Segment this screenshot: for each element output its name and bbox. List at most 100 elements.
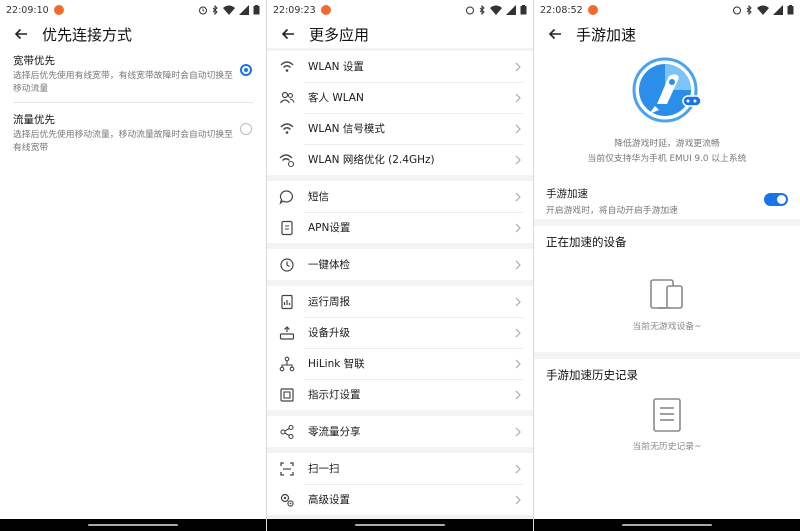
list-item-wifi-signal[interactable]: WLAN 信号模式 xyxy=(267,113,533,144)
list-item-label: APN设置 xyxy=(308,222,351,234)
settings-group: 一键体检 xyxy=(267,249,533,280)
settings-group: WLAN 设置 客人 WLAN WLAN 信号模式 WLAN 网络优化 (2.4GHz… xyxy=(267,51,533,175)
share-icon xyxy=(279,424,295,440)
wifi-signal-icon xyxy=(279,121,295,137)
chevron-right-icon xyxy=(515,459,521,478)
bluetooth-icon xyxy=(479,5,485,15)
back-button[interactable] xyxy=(277,23,299,45)
empty-caption: 当前无游戏设备~ xyxy=(632,322,702,332)
chevron-right-icon xyxy=(515,323,521,342)
list-item-wifi-optimize[interactable]: WLAN 网络优化 (2.4GHz) xyxy=(267,144,533,175)
back-arrow-icon xyxy=(281,28,294,40)
list-item-report[interactable]: 运行周报 xyxy=(267,286,533,317)
toggle-description: 开启游戏时，将自动开启手游加速 xyxy=(546,206,678,216)
list-item-label: HiLink 智联 xyxy=(308,358,365,370)
battery-icon xyxy=(520,5,527,15)
bluetooth-icon xyxy=(746,5,752,15)
section-gap xyxy=(534,352,800,359)
chevron-right-icon xyxy=(515,57,521,76)
game-acceleration-toggle-row[interactable]: 手游加速 开启游戏时，将自动开启手游加速 xyxy=(534,181,800,219)
chevron-right-icon xyxy=(515,187,521,206)
title-bar: 优先连接方式 xyxy=(0,20,266,48)
list-item-label: 运行周报 xyxy=(308,296,350,308)
signal-icon xyxy=(773,5,783,15)
wifi-status-icon xyxy=(490,5,502,15)
home-indicator[interactable] xyxy=(355,524,445,526)
list-item-advanced-settings[interactable]: 高级设置 xyxy=(267,484,533,515)
back-arrow-icon xyxy=(548,28,561,40)
option-title: 流量优先 xyxy=(13,114,55,126)
indicator-icon xyxy=(279,387,295,403)
list-item-label: 设备升级 xyxy=(308,327,350,339)
home-indicator[interactable] xyxy=(622,524,712,526)
status-icons xyxy=(732,5,794,15)
list-item-label: WLAN 网络优化 (2.4GHz) xyxy=(308,154,435,166)
navigation-bar xyxy=(267,519,533,531)
title-bar: 手游加速 xyxy=(534,20,800,48)
status-icons xyxy=(198,5,260,15)
settings-group: 短信 APN设置 xyxy=(267,181,533,243)
section-gap xyxy=(534,219,800,226)
apn-icon xyxy=(279,220,295,236)
option-title: 宽带优先 xyxy=(13,55,55,67)
document-icon xyxy=(653,398,681,432)
list-item-upgrade[interactable]: 设备升级 xyxy=(267,317,533,348)
navigation-bar xyxy=(0,519,266,531)
wifi-optimize-icon xyxy=(279,152,295,168)
radio-selected[interactable] xyxy=(240,64,252,76)
radio-unselected[interactable] xyxy=(240,123,252,135)
upgrade-icon xyxy=(279,325,295,341)
list-item-scan[interactable]: 扫一扫 xyxy=(267,453,533,484)
alarm-icon xyxy=(199,6,207,15)
wifi-icon xyxy=(279,59,295,75)
list-item-wifi[interactable]: WLAN 设置 xyxy=(267,51,533,82)
report-icon xyxy=(279,294,295,310)
list-item-label: 扫一扫 xyxy=(308,463,340,475)
option-mobile-data-first[interactable]: 流量优先 选择后优先使用移动流量，移动流量故障时会自动切换至有线宽带 xyxy=(0,109,266,155)
game-acceleration-switch[interactable] xyxy=(764,193,788,206)
status-time: 22:09:10 xyxy=(6,4,49,16)
list-item-apn[interactable]: APN设置 xyxy=(267,212,533,243)
signal-icon xyxy=(506,5,516,15)
chevron-right-icon xyxy=(515,150,521,169)
chevron-right-icon xyxy=(515,255,521,274)
list-item-message[interactable]: 短信 xyxy=(267,181,533,212)
status-icons xyxy=(465,5,527,15)
battery-icon xyxy=(787,5,794,15)
notification-icon xyxy=(587,5,598,15)
settings-group: 扫一扫高级设置 xyxy=(267,453,533,515)
back-arrow-icon xyxy=(14,28,27,40)
scan-icon xyxy=(279,461,295,477)
toggle-title: 手游加速 xyxy=(546,188,588,200)
hero-line-2: 当前仅支持华为手机 EMUI 9.0 以上系统 xyxy=(587,154,747,164)
chevron-right-icon xyxy=(515,354,521,373)
back-button[interactable] xyxy=(544,23,566,45)
hero-line-1: 降低游戏时延，游戏更流畅 xyxy=(614,139,720,149)
guest-users-icon xyxy=(279,90,295,106)
status-time: 22:09:23 xyxy=(273,4,316,16)
chevron-right-icon xyxy=(515,292,521,311)
home-indicator[interactable] xyxy=(88,524,178,526)
list-item-label: 指示灯设置 xyxy=(308,389,361,401)
list-item-hilink[interactable]: HiLink 智联 xyxy=(267,348,533,379)
list-item-guest-users[interactable]: 客人 WLAN xyxy=(267,82,533,113)
back-button[interactable] xyxy=(10,23,32,45)
list-item-checkup[interactable]: 一键体检 xyxy=(267,249,533,280)
divider xyxy=(13,102,253,103)
alarm-icon xyxy=(733,6,741,15)
advanced-settings-icon xyxy=(279,492,295,508)
option-broadband-first[interactable]: 宽带优先 选择后优先使用有线宽带，有线宽带故障时会自动切换至移动流量 xyxy=(0,50,266,96)
list-item-label: WLAN 信号模式 xyxy=(308,123,385,135)
accelerating-devices-title: 正在加速的设备 xyxy=(546,235,627,249)
page-title: 手游加速 xyxy=(576,25,637,44)
status-time: 22:08:52 xyxy=(540,4,583,16)
page-title: 更多应用 xyxy=(309,25,370,44)
option-description: 选择后优先使用有线宽带，有线宽带故障时会自动切换至移动流量 xyxy=(13,71,233,94)
list-item-share[interactable]: 零流量分享 xyxy=(267,416,533,447)
list-item-label: 零流量分享 xyxy=(308,426,361,438)
list-item-indicator[interactable]: 指示灯设置 xyxy=(267,379,533,410)
chevron-right-icon xyxy=(515,119,521,138)
title-bar: 更多应用 xyxy=(267,20,533,48)
wifi-status-icon xyxy=(223,5,235,15)
settings-group: 零流量分享 xyxy=(267,416,533,447)
